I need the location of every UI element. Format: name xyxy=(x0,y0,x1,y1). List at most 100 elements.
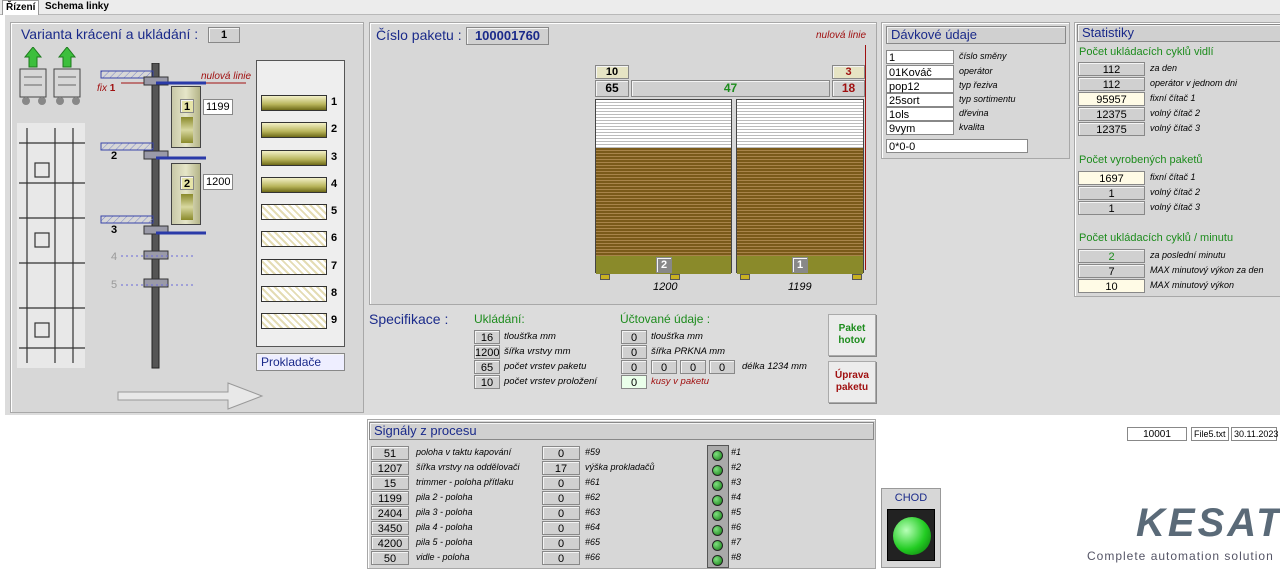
paket-hotov-button[interactable]: Paket hotov xyxy=(828,314,876,356)
signal-led-4 xyxy=(712,495,723,506)
davkove-value-3[interactable]: pop12 xyxy=(886,79,954,93)
signal2-value-3: 0 xyxy=(542,476,580,490)
davkove-value-2[interactable]: 01Kováč xyxy=(886,65,954,79)
ukladani-value-3[interactable]: 65 xyxy=(474,360,500,374)
stack-item-2[interactable] xyxy=(261,122,327,138)
signal-value-6: 3450 xyxy=(371,521,409,535)
stat-g1-value-2: 112 xyxy=(1078,77,1145,91)
stat-g2-label-3: volný čítač 3 xyxy=(1150,202,1201,212)
delka-value-3[interactable]: 0 xyxy=(680,360,706,374)
signal-value-2: 1207 xyxy=(371,461,409,475)
stack-num-7: 7 xyxy=(331,260,338,272)
signal-value-5: 2404 xyxy=(371,506,409,520)
stat-g2-label-2: volný čítač 2 xyxy=(1150,187,1201,197)
ukladani-value-4[interactable]: 10 xyxy=(474,375,500,389)
foot-4 xyxy=(852,274,862,280)
uctovane-value-2[interactable]: 0 xyxy=(621,345,647,359)
led-label-7: #7 xyxy=(731,537,742,547)
ukladani-label-4: počet vrstev proložení xyxy=(504,376,597,387)
paket-title: Číslo paketu : xyxy=(376,27,462,43)
signaly-title: Signály z procesu xyxy=(369,422,874,440)
tab-schema-linky[interactable]: Schema linky xyxy=(42,0,112,15)
stat-g1-label-5: volný čítač 3 xyxy=(1150,123,1201,133)
signal-label-8: vidle - poloha xyxy=(416,552,470,562)
davkove-label-3: typ řeziva xyxy=(959,80,998,90)
delka-label: délka 1234 mm xyxy=(742,361,807,372)
signal2-label-1: #59 xyxy=(585,447,601,457)
stat-g1-value-4: 12375 xyxy=(1078,107,1145,121)
carrier-2-fill xyxy=(181,194,193,220)
stat-g2-label-1: fixní čítač 1 xyxy=(1150,172,1196,182)
stat-g1-title: Počet ukládacích cyklů vidlí xyxy=(1079,46,1214,58)
signal-led-5 xyxy=(712,510,723,521)
foot-1 xyxy=(600,274,610,280)
delka-value-2[interactable]: 0 xyxy=(651,360,677,374)
davkove-label-1: číslo směny xyxy=(959,51,1007,61)
stack-item-3[interactable] xyxy=(261,150,327,166)
signal2-value-2: 17 xyxy=(542,461,580,475)
signal2-label-2: výška prokladačů xyxy=(585,462,655,472)
stack-item-7[interactable] xyxy=(261,259,327,275)
uctovane-label-2: šířka PRKNA mm xyxy=(651,346,726,357)
signal-label-2: šířka vrstvy na oddělovači xyxy=(416,462,520,472)
stack-num-5: 5 xyxy=(331,205,338,217)
ukladani-value-1[interactable]: 16 xyxy=(474,330,500,344)
davkove-extra[interactable]: 0*0-0 xyxy=(886,139,1028,153)
uprava-line2: paketu xyxy=(835,382,869,393)
davkove-value-6[interactable]: 9vym xyxy=(886,121,954,135)
davkove-value-5[interactable]: 1ols xyxy=(886,107,954,121)
stack-num-9: 9 xyxy=(331,314,338,326)
signal2-label-8: #66 xyxy=(585,552,601,562)
stat-g3-value-3: 10 xyxy=(1078,279,1145,293)
tab-rizeni[interactable]: Řízení xyxy=(2,0,40,15)
delka-value-1[interactable]: 0 xyxy=(621,360,647,374)
stat-g3-label-2: MAX minutový výkon za den xyxy=(1150,265,1264,275)
carrier-2-num: 2 xyxy=(180,176,194,190)
stat-g3-label-3: MAX minutový výkon xyxy=(1150,280,1235,290)
kusy-label: kusy v paketu xyxy=(651,376,710,387)
layer-count-right: 18 xyxy=(832,80,865,97)
package-right-fill xyxy=(737,148,863,273)
status-date: 30.11.2023 xyxy=(1231,427,1278,441)
carrier-1-num: 1 xyxy=(180,99,194,113)
led-label-3: #3 xyxy=(731,477,742,487)
varianta-value[interactable]: 1 xyxy=(208,27,240,43)
package-right: 1 xyxy=(736,99,864,274)
stack-item-5[interactable] xyxy=(261,204,327,220)
stack-item-1[interactable] xyxy=(261,95,327,111)
package-left: 2 xyxy=(595,99,732,274)
length-left: 1200 xyxy=(653,281,678,293)
led-label-8: #8 xyxy=(731,552,742,562)
stack-item-4[interactable] xyxy=(261,177,327,193)
package-left-num: 2 xyxy=(656,257,672,273)
kusy-value[interactable]: 0 xyxy=(621,375,647,389)
uctovane-value-1[interactable]: 0 xyxy=(621,330,647,344)
ukladani-label-2: šířka vrstvy mm xyxy=(504,346,571,357)
signal-value-1: 51 xyxy=(371,446,409,460)
led-label-5: #5 xyxy=(731,507,742,517)
prokladace-label[interactable]: Prokladače xyxy=(256,353,345,371)
tab-bar: Řízení Schema linky xyxy=(0,0,1280,15)
signal-label-1: poloha v taktu kapování xyxy=(416,447,512,457)
stack-item-8[interactable] xyxy=(261,286,327,302)
davkove-value-1[interactable]: 1 xyxy=(886,50,954,64)
signal2-value-8: 0 xyxy=(542,551,580,565)
signal-label-3: trimmer - poloha přítlaku xyxy=(416,477,514,487)
uctovane-label-1: tloušťka mm xyxy=(651,331,703,342)
signal-value-4: 1199 xyxy=(371,491,409,505)
stack-num-2: 2 xyxy=(331,123,338,135)
uprava-paketu-button[interactable]: Úprava paketu xyxy=(828,361,876,403)
statistiky-title: Statistiky xyxy=(1077,24,1280,42)
ukladani-value-2[interactable]: 1200 xyxy=(474,345,500,359)
stack-item-6[interactable] xyxy=(261,231,327,247)
led-strip xyxy=(707,445,729,568)
davkove-value-4[interactable]: 25sort xyxy=(886,93,954,107)
paket-panel: Číslo paketu : 100001760 nulová linie 10… xyxy=(369,22,877,305)
stack-item-9[interactable] xyxy=(261,313,327,329)
stack-num-1: 1 xyxy=(331,96,338,108)
delka-value-4[interactable]: 0 xyxy=(709,360,735,374)
kesat-logo: KESAT xyxy=(1136,501,1280,545)
stat-g1-label-4: volný čítač 2 xyxy=(1150,108,1201,118)
chod-label: CHOD xyxy=(894,492,928,504)
stat-g3-value-1: 2 xyxy=(1078,249,1145,263)
